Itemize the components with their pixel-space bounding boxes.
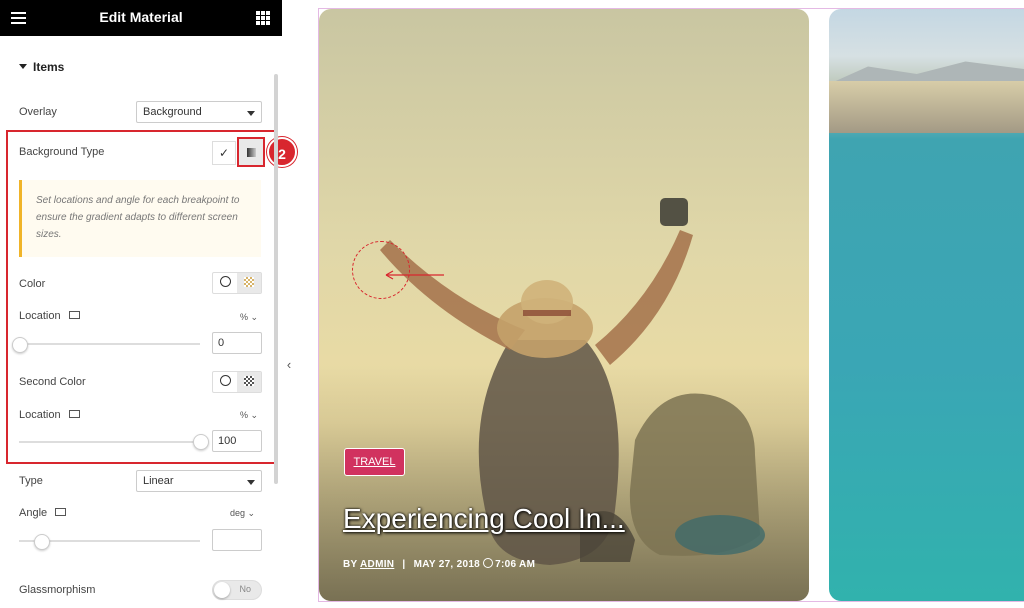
caret-down-icon xyxy=(19,64,27,69)
color-location-unit: % xyxy=(240,312,249,322)
desktop-icon[interactable] xyxy=(55,508,67,516)
global-colors-button[interactable] xyxy=(213,273,237,293)
post-time: 7:06 AM xyxy=(495,559,536,570)
color-swatch-button[interactable] xyxy=(237,273,261,293)
editor-panel: Edit Material Items Overlay Background B… xyxy=(0,0,297,608)
gradient-notice: Set locations and angle for each breakpo… xyxy=(19,180,261,257)
angle-unit-select[interactable]: deg ⌄ xyxy=(230,508,255,519)
second-color-picker[interactable] xyxy=(212,371,262,393)
background-type-label: Background Type xyxy=(19,146,105,158)
annotation-arrow-icon xyxy=(385,270,444,280)
transparent-swatch-icon xyxy=(244,376,254,386)
second-color-location-label-row: Location xyxy=(19,409,80,421)
color-location-unit-select[interactable]: % ⌄ xyxy=(240,312,258,323)
author-link[interactable]: ADMIN xyxy=(360,559,394,570)
brush-icon: ✓ xyxy=(218,146,230,160)
globe-icon xyxy=(219,375,231,386)
post-title[interactable]: Experiencing Cool In... xyxy=(343,503,625,535)
panel-scrollbar[interactable] xyxy=(274,74,278,484)
second-color-location-unit: % xyxy=(240,410,249,420)
globe-icon xyxy=(219,276,231,287)
overlay-label: Overlay xyxy=(19,106,57,118)
second-color-location-label: Location xyxy=(19,409,61,421)
panel-title: Edit Material xyxy=(99,9,183,25)
section-title: Items xyxy=(33,60,65,74)
angle-slider-handle[interactable] xyxy=(33,534,50,550)
color-location-slider-track[interactable] xyxy=(19,343,200,345)
background-type-classic-button[interactable]: ✓ xyxy=(212,141,236,165)
angle-label: Angle xyxy=(19,507,48,519)
second-color-location-input[interactable]: 100 xyxy=(212,430,262,452)
global-colors-button[interactable] xyxy=(213,372,237,392)
second-color-location-unit-select[interactable]: % ⌄ xyxy=(240,410,258,421)
post-meta: BY ADMIN | MAY 27, 2018 7:06 AM xyxy=(343,558,535,570)
desktop-icon[interactable] xyxy=(68,311,80,319)
post-card-secondary[interactable] xyxy=(829,9,1024,601)
color-picker[interactable] xyxy=(212,272,262,294)
glassmorphism-toggle[interactable]: No xyxy=(212,580,262,600)
apps-grid-icon[interactable] xyxy=(256,11,270,25)
type-label: Type xyxy=(19,475,43,487)
gradient-type-value: Linear xyxy=(143,475,174,487)
color-label: Color xyxy=(19,278,46,290)
meta-by: BY xyxy=(343,559,358,570)
panel-header: Edit Material xyxy=(0,0,282,36)
gradient-icon xyxy=(247,148,256,157)
color-swatch-button[interactable] xyxy=(237,372,261,392)
step-badge: 2 xyxy=(267,137,297,167)
building-image xyxy=(829,81,1024,133)
color-location-slider-handle[interactable] xyxy=(12,337,28,353)
chevron-down-icon xyxy=(247,480,255,485)
angle-label-row: Angle xyxy=(19,507,67,519)
post-date: MAY 27, 2018 xyxy=(413,559,481,570)
collapse-panel-chevron-left-icon[interactable]: ‹ xyxy=(282,350,296,380)
section-items-toggle[interactable]: Items xyxy=(19,60,64,74)
second-color-location-slider-track[interactable] xyxy=(19,441,200,443)
clock-icon xyxy=(483,558,494,568)
angle-unit: deg xyxy=(230,508,246,518)
meta-separator: | xyxy=(402,559,406,570)
glassmorphism-label: Glassmorphism xyxy=(19,584,96,596)
overlay-select[interactable]: Background xyxy=(136,101,262,123)
second-color-location-slider-handle[interactable] xyxy=(193,434,209,450)
second-color-label: Second Color xyxy=(19,376,86,388)
angle-input[interactable] xyxy=(212,529,262,551)
color-location-input[interactable]: 0 xyxy=(212,332,262,354)
category-badge[interactable]: TRAVEL xyxy=(344,448,405,476)
color-swatch-icon xyxy=(244,277,254,287)
background-type-gradient-button[interactable] xyxy=(237,137,265,167)
toggle-state: No xyxy=(239,584,251,594)
color-location-label: Location xyxy=(19,310,61,322)
toggle-knob xyxy=(214,582,230,598)
overlay-select-value: Background xyxy=(143,106,202,118)
desktop-icon[interactable] xyxy=(68,410,80,418)
gradient-type-select[interactable]: Linear xyxy=(136,470,262,492)
color-location-label-row: Location xyxy=(19,310,80,322)
chevron-down-icon xyxy=(247,111,255,116)
